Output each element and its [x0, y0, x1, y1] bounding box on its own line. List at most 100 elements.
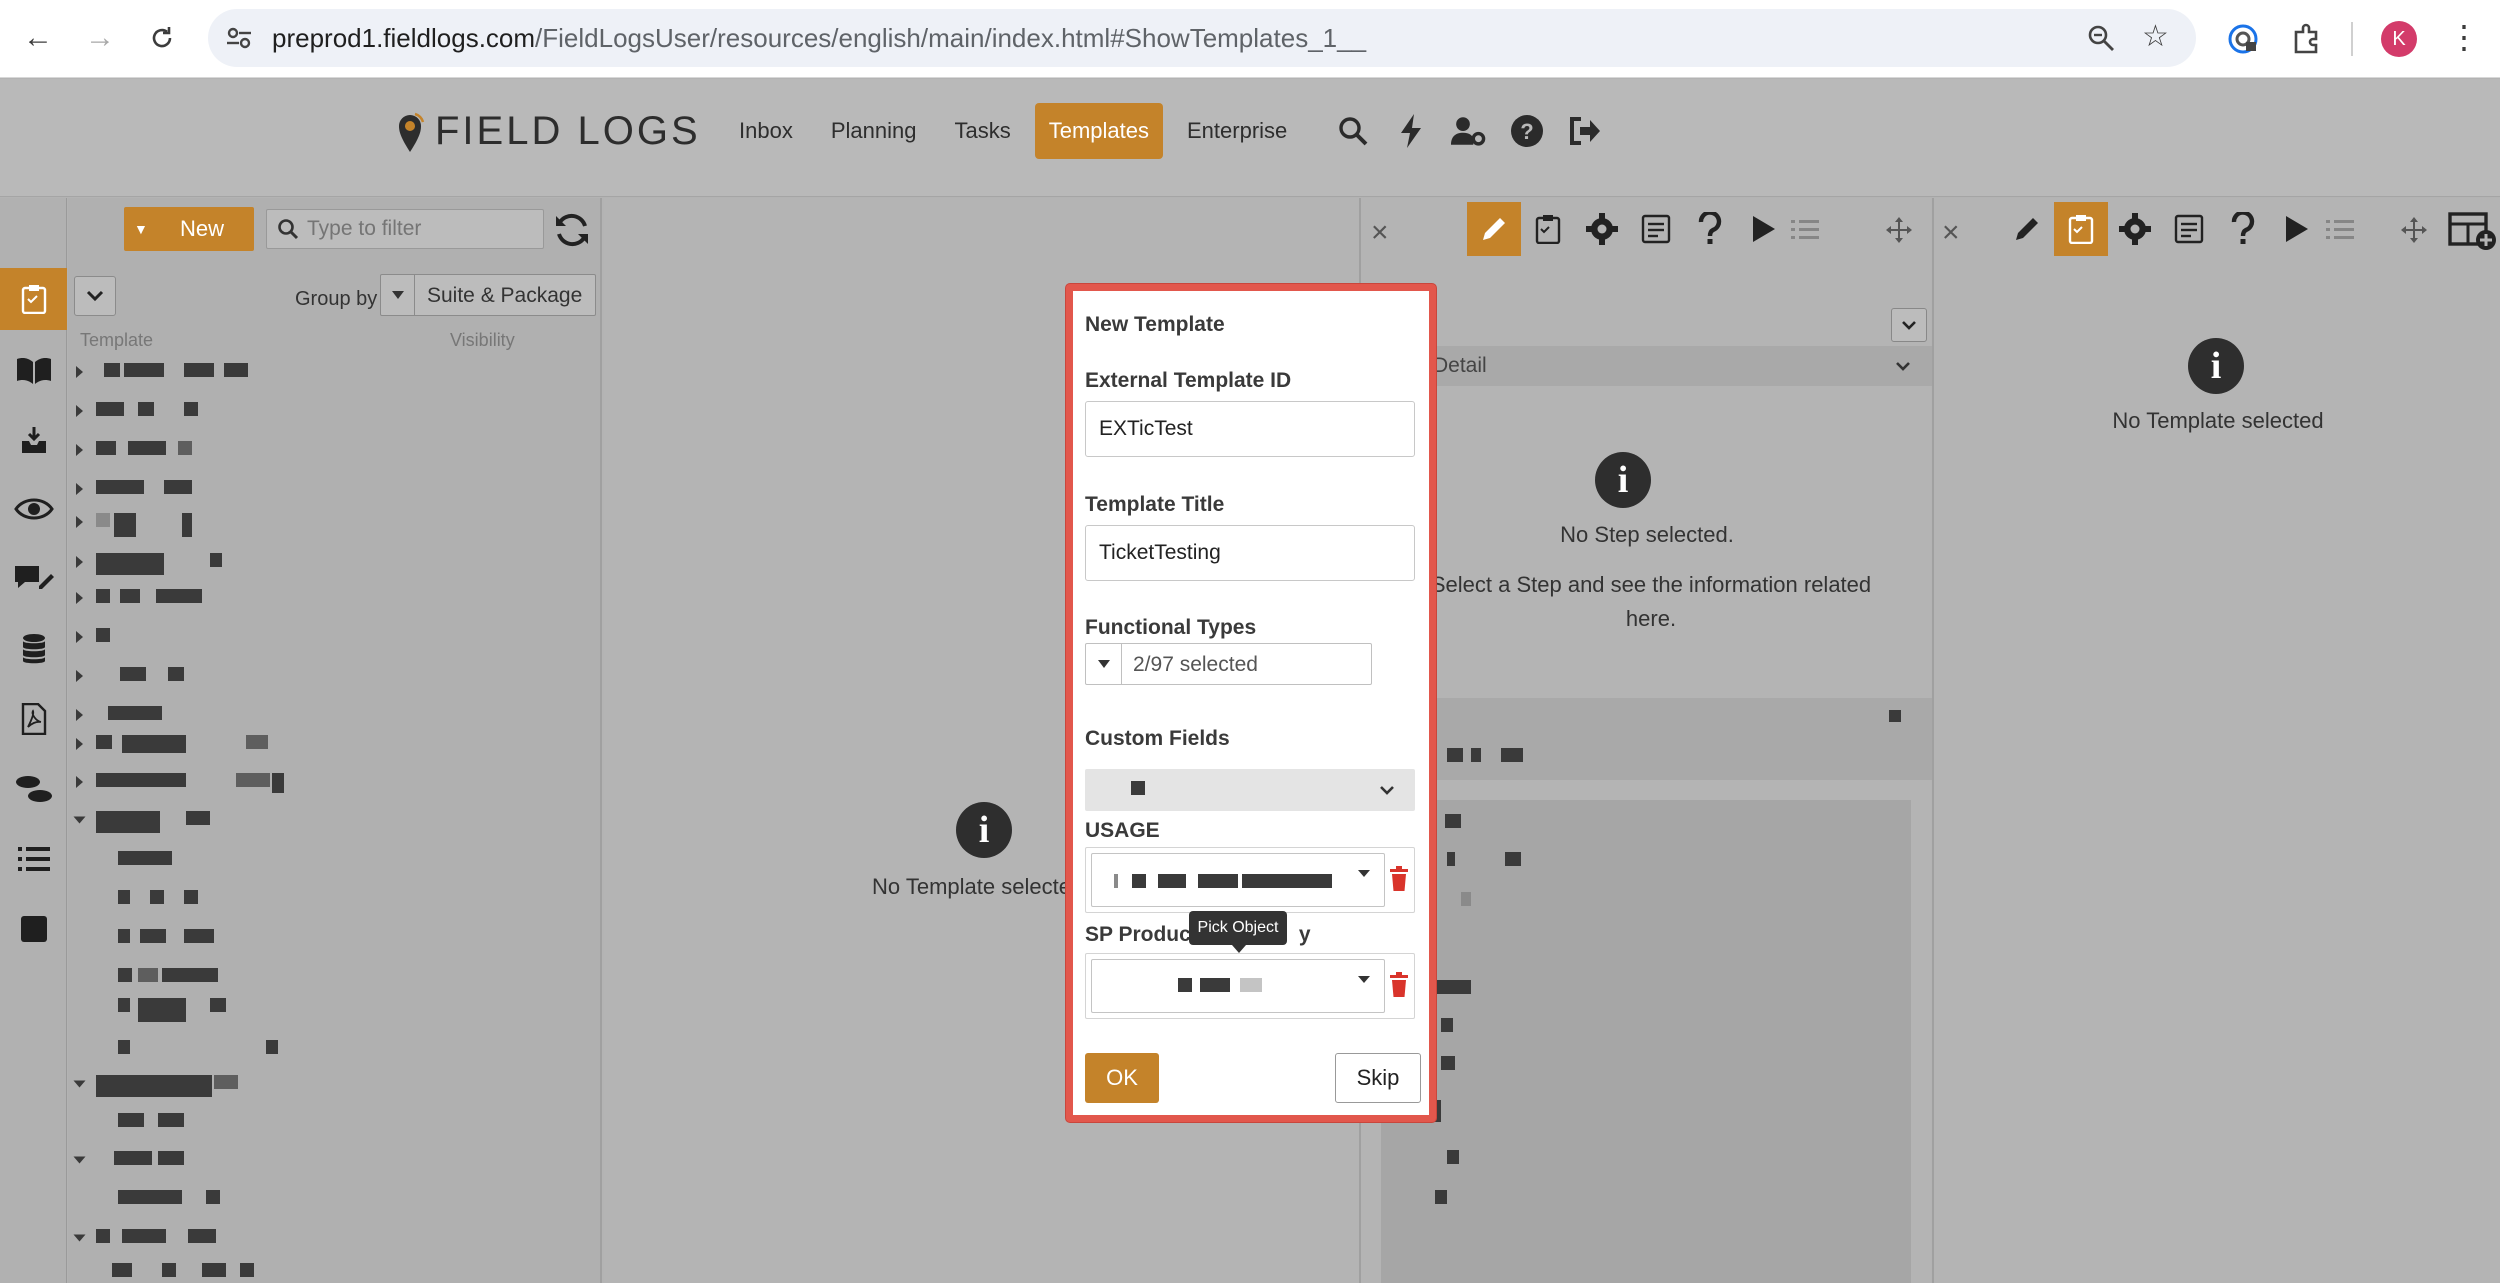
- nav-planning[interactable]: Planning: [817, 103, 931, 159]
- user-settings-icon[interactable]: [1451, 111, 1487, 151]
- password-manager-icon[interactable]: [2226, 22, 2260, 56]
- question-icon[interactable]: [1683, 202, 1737, 256]
- rail-pdf[interactable]: [0, 688, 67, 750]
- sp-product-object-value[interactable]: [1091, 959, 1385, 1013]
- template-list-panel: ▼ New Group by Suite & Package Template …: [68, 198, 602, 1283]
- no-template-message-right: No Template selected: [2112, 408, 2324, 433]
- collapse-toggle[interactable]: [74, 276, 116, 316]
- refresh-icon[interactable]: [552, 210, 592, 250]
- move-icon[interactable]: [1885, 216, 1913, 244]
- back-icon[interactable]: ←: [20, 20, 56, 56]
- settings-gear-icon[interactable]: [2108, 202, 2162, 256]
- browser-toolbar: ← → preprod1.fieldlogs.com/FieldLogsUser…: [0, 0, 2500, 78]
- rail-footprints[interactable]: [0, 758, 67, 820]
- search-icon[interactable]: [1335, 111, 1371, 151]
- column-visibility: Visibility: [450, 330, 515, 350]
- external-id-field[interactable]: [1085, 401, 1415, 457]
- trash-icon[interactable]: [1388, 972, 1410, 998]
- usage-object-select[interactable]: [1085, 847, 1415, 913]
- toolbar-separator: [2351, 22, 2353, 56]
- lightning-icon[interactable]: [1393, 111, 1429, 151]
- rail-comments[interactable]: [0, 548, 67, 610]
- forward-icon[interactable]: →: [82, 20, 118, 56]
- add-panel-icon[interactable]: [2448, 208, 2498, 252]
- zoom-icon[interactable]: [2086, 23, 2116, 53]
- extensions-icon[interactable]: [2288, 20, 2324, 56]
- browser-menu-icon[interactable]: ⋮: [2448, 18, 2480, 56]
- address-bar[interactable]: preprod1.fieldlogs.com/FieldLogsUser/res…: [208, 9, 2196, 67]
- nav-enterprise[interactable]: Enterprise: [1173, 103, 1301, 159]
- rail-templates[interactable]: [0, 268, 67, 330]
- functional-types-select[interactable]: 2/97 selected: [1085, 643, 1372, 685]
- inbox-icon: [21, 427, 46, 453]
- external-id-input[interactable]: [1099, 415, 1399, 443]
- expand-arrow-icon: [76, 444, 83, 456]
- dialog-title: New Template: [1085, 313, 1225, 336]
- rail-visibility[interactable]: [0, 478, 67, 540]
- panel-dropdown[interactable]: [1891, 308, 1927, 342]
- external-id-label: External Template ID: [1085, 369, 1292, 392]
- filter-field[interactable]: [266, 209, 544, 249]
- new-button[interactable]: ▼ New: [124, 207, 254, 251]
- question-icon[interactable]: [2216, 202, 2270, 256]
- main-nav: Inbox Planning Tasks Templates Enterpris…: [725, 103, 1311, 159]
- nav-tasks[interactable]: Tasks: [940, 103, 1024, 159]
- list-icon: [1791, 220, 1819, 239]
- rail-database[interactable]: [0, 618, 67, 680]
- expand-arrow-icon: [76, 516, 83, 528]
- step-hint-message: Select a Step and see the information re…: [1430, 572, 1872, 631]
- nav-templates[interactable]: Templates: [1034, 103, 1163, 159]
- trash-icon[interactable]: [1388, 866, 1410, 892]
- rail-library[interactable]: [0, 339, 67, 401]
- rail-inbox[interactable]: [0, 409, 67, 471]
- site-settings-icon[interactable]: [224, 23, 254, 53]
- logout-icon[interactable]: [1567, 111, 1603, 151]
- custom-fields-dropdown[interactable]: [1085, 769, 1415, 811]
- nav-inbox[interactable]: Inbox: [725, 103, 807, 159]
- close-icon[interactable]: ×: [1942, 216, 1960, 250]
- caret-down-icon: [381, 275, 415, 315]
- info-icon: i: [1595, 452, 1651, 508]
- fieldlogs-logo[interactable]: FIELD LOGS: [395, 109, 701, 154]
- ok-button[interactable]: OK: [1085, 1053, 1159, 1103]
- no-step-message: No Step selected.: [1560, 522, 1734, 547]
- profile-avatar[interactable]: K: [2381, 21, 2417, 57]
- column-template: Template: [80, 330, 154, 350]
- url-text[interactable]: preprod1.fieldlogs.com/FieldLogsUser/res…: [272, 23, 1366, 54]
- clipboard-check-icon[interactable]: [1521, 202, 1575, 256]
- reload-icon[interactable]: [144, 20, 180, 56]
- caret-down-icon: [1086, 644, 1122, 684]
- bookmark-star-icon[interactable]: ☆: [2142, 19, 2169, 54]
- filter-input[interactable]: [307, 214, 537, 244]
- play-icon[interactable]: [1737, 202, 1791, 256]
- form-icon[interactable]: [1629, 202, 1683, 256]
- play-icon[interactable]: [2270, 202, 2324, 256]
- sp-label-end: y: [1298, 923, 1311, 946]
- secondary-panel: × i No Template selected: [1932, 198, 2500, 1283]
- sp-product-object-select[interactable]: [1085, 953, 1415, 1019]
- location-pin-icon: [399, 112, 425, 152]
- edit-pencil-icon[interactable]: [2000, 202, 2054, 256]
- settings-gear-icon[interactable]: [1575, 202, 1629, 256]
- expand-arrow-icon: [76, 738, 83, 750]
- rail-stop[interactable]: [0, 898, 67, 960]
- template-title-input[interactable]: [1099, 539, 1399, 567]
- help-icon[interactable]: ?: [1509, 111, 1545, 151]
- comments-edit-icon: [14, 566, 54, 589]
- template-title-field[interactable]: [1085, 525, 1415, 581]
- form-icon[interactable]: [2162, 202, 2216, 256]
- group-by-select[interactable]: Suite & Package: [380, 274, 596, 316]
- url-host: preprod1.fieldlogs.com: [272, 23, 536, 53]
- functional-types-label: Functional Types: [1085, 616, 1257, 639]
- expand-arrow-icon: [76, 670, 83, 682]
- expand-arrow-icon: [76, 776, 83, 788]
- clipboard-check-icon[interactable]: [2054, 202, 2108, 256]
- edit-pencil-icon[interactable]: [1467, 202, 1521, 256]
- skip-button[interactable]: Skip: [1335, 1053, 1421, 1103]
- close-icon[interactable]: ×: [1371, 216, 1389, 250]
- usage-object-value[interactable]: [1091, 853, 1385, 907]
- move-icon[interactable]: [2400, 216, 2428, 244]
- detail-section-header[interactable]: Detail: [1361, 346, 1933, 386]
- svg-text:?: ?: [1520, 119, 1533, 144]
- rail-list[interactable]: [0, 828, 67, 890]
